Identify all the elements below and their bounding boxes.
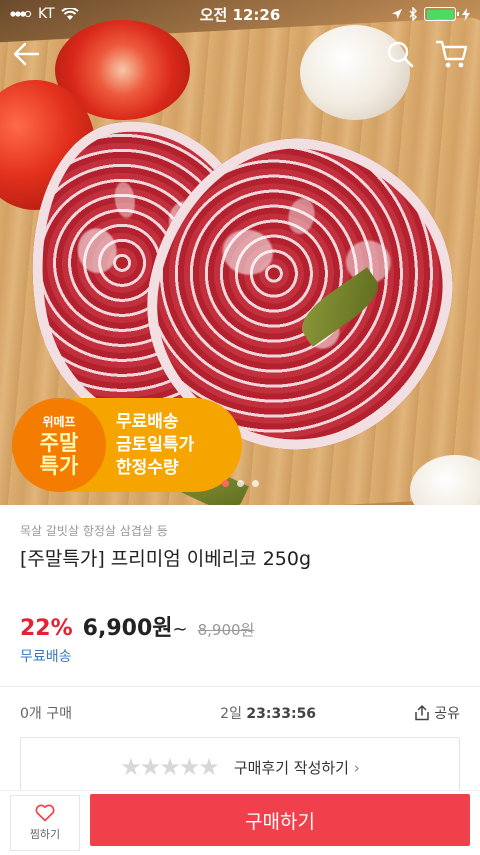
buy-now-button[interactable]: 구매하기 (90, 794, 470, 846)
search-icon (387, 41, 414, 68)
divider (0, 686, 480, 687)
cart-icon (436, 40, 468, 68)
charging-icon (462, 7, 470, 21)
bottom-action-bar: 찜하기 구매하기 (0, 790, 480, 855)
countdown-timer: 2일 23:33:56 (72, 703, 414, 723)
heart-icon (35, 804, 55, 822)
wishlist-button[interactable]: 찜하기 (10, 795, 80, 851)
countdown-days: 2일 (220, 706, 242, 722)
battery-level (426, 9, 454, 19)
battery-icon (424, 7, 459, 21)
back-button[interactable] (8, 36, 44, 72)
price-suffix: ~ (172, 619, 188, 640)
carousel-dot[interactable] (252, 480, 259, 487)
carousel-dot[interactable] (237, 480, 244, 487)
star-icon: ★ (178, 753, 200, 781)
benefit-free-shipping: 무료배송 (116, 411, 179, 432)
cart-button[interactable] (434, 36, 470, 72)
wifi-icon (60, 7, 79, 20)
shipping-info: 무료배송 (20, 649, 72, 665)
write-review-button[interactable]: ★★★★★ 구매후기 작성하기 › (20, 737, 460, 797)
signal-icon (10, 10, 32, 18)
share-icon (415, 705, 429, 721)
badge-brand: 위메프 (42, 414, 76, 429)
sale-price-value: 6,900원 (82, 616, 173, 641)
badge-benefits: 무료배송 금토일특가 한정수량 (116, 411, 194, 480)
chevron-right-icon: › (353, 758, 360, 777)
review-cta-text: 구매후기 작성하기 › (234, 757, 360, 778)
product-title: [주말특가] 프리미엄 이베리코 250g (20, 548, 312, 570)
carousel-dot-active[interactable] (222, 480, 229, 487)
original-price: 8,900원 (197, 621, 255, 639)
benefit-weekend-special: 금토일특가 (116, 434, 195, 455)
bluetooth-icon (409, 7, 417, 21)
purchase-count: 0개 구매 (20, 706, 72, 722)
product-hero-image[interactable]: KT 오전 12:26 위메프 주말 특가 무료배송 금토일특가 한정수량 (0, 0, 480, 505)
search-button[interactable] (382, 36, 418, 72)
star-icon: ★ (120, 753, 141, 781)
promo-badge: 위메프 주말 특가 무료배송 금토일특가 한정수량 (12, 398, 242, 492)
carousel-indicator (222, 480, 259, 487)
countdown-clock: 23:33:56 (246, 706, 317, 722)
sale-price: 6,900원~ (83, 610, 188, 642)
location-icon (392, 9, 402, 19)
star-icon: ★ (159, 753, 180, 781)
star-icon: ★ (139, 753, 161, 781)
benefit-limited-quantity: 한정수량 (116, 457, 179, 478)
product-page: KT 오전 12:26 위메프 주말 특가 무료배송 금토일특가 한정수량 목살… (0, 0, 480, 855)
badge-line2: 특가 (39, 453, 79, 478)
product-category: 목살 갈빗살 항정살 삼겹살 등 (20, 524, 168, 538)
star-icon: ★ (198, 753, 219, 781)
back-arrow-icon (13, 42, 40, 66)
weekend-special-circle: 위메프 주말 특가 (12, 398, 106, 492)
share-button[interactable]: 공유 (414, 703, 460, 723)
wishlist-label: 찜하기 (29, 828, 61, 841)
badge-line1: 주말 (39, 430, 79, 455)
carrier-name: KT (38, 6, 55, 22)
review-cta-label: 구매후기 작성하기 (233, 758, 349, 777)
status-bar: KT 오전 12:26 (0, 0, 480, 28)
share-label: 공유 (434, 706, 460, 722)
price-row: 22% 6,900원~ 8,900원 (20, 610, 254, 642)
star-rating: ★★★★★ (120, 753, 220, 781)
discount-rate: 22% (20, 616, 73, 641)
meta-row: 0개 구매 2일 23:33:56 공유 (20, 702, 460, 724)
